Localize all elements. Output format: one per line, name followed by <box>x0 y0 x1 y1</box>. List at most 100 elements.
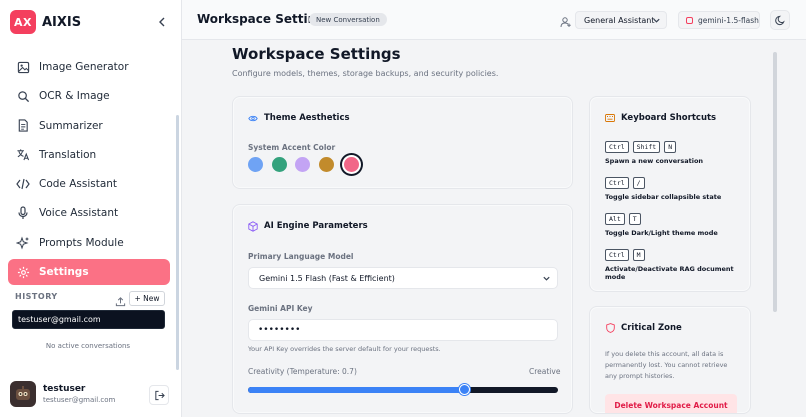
sidebar-item-summarizer[interactable]: Summarizer <box>8 113 170 139</box>
page-title: Workspace Settings <box>232 45 401 63</box>
assistant-select-value: General Assistant <box>584 15 655 25</box>
model-indicator[interactable]: gemini-1.5-flash <box>678 11 760 29</box>
sidebar-item-label: Voice Assistant <box>39 207 119 220</box>
sidebar-item-voice-assistant[interactable]: Voice Assistant <box>8 200 170 226</box>
accent-swatch[interactable] <box>271 157 287 172</box>
history-header: HISTORY + New <box>15 291 165 307</box>
sidebar-item-label: Summarizer <box>39 119 103 132</box>
shield-icon <box>605 323 615 333</box>
key-cap: Alt <box>605 213 625 225</box>
user-name: testuser <box>43 384 86 394</box>
translate-icon <box>16 148 30 162</box>
sidebar-item-prompts-module[interactable]: Prompts Module <box>8 230 170 256</box>
shortcut-description: Toggle sidebar collapsible state <box>605 193 722 201</box>
chevron-down-icon <box>543 276 550 281</box>
sidebar-scrollbar[interactable] <box>176 115 179 370</box>
assistant-persona-icon <box>560 13 572 28</box>
api-key-input[interactable] <box>248 319 558 341</box>
key-cap: Ctrl <box>605 141 629 153</box>
sidebar-item-settings[interactable]: Settings <box>8 259 170 286</box>
api-key-help: Your API Key overrides the server defaul… <box>248 345 441 353</box>
search-icon <box>16 89 30 103</box>
sparkles-icon <box>16 236 30 250</box>
shortcut-item: Ctrl Shift N Spawn a new conversation <box>605 141 745 165</box>
brand-logo: AX <box>10 10 36 34</box>
logout-button[interactable] <box>149 385 169 405</box>
theme-toggle-button[interactable] <box>770 10 790 30</box>
sidebar-item-label: OCR & Image <box>39 90 110 103</box>
image-icon <box>16 60 30 74</box>
critical-warning-text: If you delete this account, all data is … <box>605 350 728 380</box>
main-scrollbar[interactable] <box>773 52 777 312</box>
theme-aesthetics-card: Theme Aesthetics System Accent Color <box>232 96 573 189</box>
history-title: HISTORY <box>15 292 58 301</box>
conversation-badge: New Conversation <box>309 13 387 26</box>
sidebar-item-code-assistant[interactable]: Code Assistant <box>8 171 170 197</box>
model-label: Primary Language Model <box>248 252 354 261</box>
brand[interactable]: AX AIXIS <box>10 10 81 34</box>
model-name: gemini-1.5-flash <box>698 15 759 25</box>
cube-icon <box>248 220 258 232</box>
slider-fill <box>248 387 465 393</box>
upload-history-button[interactable] <box>115 292 127 307</box>
robot-avatar-icon <box>16 386 30 400</box>
new-conversation-button[interactable]: + New <box>129 291 165 306</box>
shortcut-item: Alt T Toggle Dark/Light theme mode <box>605 213 745 237</box>
sidebar-item-translation[interactable]: Translation <box>8 142 170 168</box>
shortcut-item: Ctrl M Activate/Deactivate RAG document mo… <box>605 249 745 281</box>
card-header: Theme Aesthetics <box>248 113 350 123</box>
sidebar-item-label: Prompts Module <box>39 236 124 249</box>
sidebar-item-label: Code Assistant <box>39 178 118 191</box>
model-select-value: Gemini 1.5 Flash (Fast & Efficient) <box>259 273 395 283</box>
user-email: testuser@gmail.com <box>43 396 116 404</box>
slider-thumb[interactable] <box>459 384 470 395</box>
theme-card-title: Theme Aesthetics <box>264 113 350 123</box>
engine-card-title: AI Engine Parameters <box>264 221 368 231</box>
sidebar-item-ocr[interactable]: OCR & Image <box>8 83 170 109</box>
creativity-slider[interactable] <box>248 384 558 395</box>
shortcut-description: Spawn a new conversation <box>605 157 704 165</box>
shortcut-keys: Ctrl Shift N <box>605 141 745 153</box>
sidebar-item-label: Image Generator <box>39 61 129 73</box>
shortcut-description: Activate/Deactivate RAG document mode <box>605 265 734 281</box>
accent-swatch[interactable] <box>318 157 334 172</box>
delete-account-button[interactable]: Delete Workspace Account <box>605 394 737 413</box>
sidebar-item-label: Translation <box>39 148 97 161</box>
assistant-select[interactable]: General Assistant <box>575 11 667 29</box>
empty-history-text: No active conversations <box>45 342 131 350</box>
key-cap: / <box>632 177 645 189</box>
sidebar: AX AIXIS Image Generator OCR & Image Sum… <box>0 0 182 417</box>
key-cap: N <box>664 141 677 153</box>
collapse-sidebar-button[interactable] <box>154 13 170 31</box>
chevron-left-icon <box>159 17 165 27</box>
card-header: Critical Zone <box>605 323 682 333</box>
sidebar-item-label: Settings <box>39 266 89 279</box>
model-select[interactable]: Gemini 1.5 Flash (Fast & Efficient) <box>248 267 558 289</box>
brand-name: AIXIS <box>42 14 82 30</box>
critical-zone-card: Critical Zone If you delete this account… <box>589 306 751 414</box>
accent-color-label: System Accent Color <box>248 143 336 152</box>
keyboard-shortcuts-card: Keyboard Shortcuts Ctrl Shift N Spawn a new… <box>589 96 751 292</box>
sidebar-item-image-generator[interactable]: Image Generator <box>8 54 170 80</box>
user-profile: testuser testuser@gmail.com <box>10 381 172 409</box>
accent-swatch[interactable] <box>248 157 263 172</box>
upload-icon <box>115 297 126 307</box>
topbar: Workspace Settings New Conversation Gene… <box>182 0 806 40</box>
model-status-icon <box>686 16 693 24</box>
sidebar-nav: Image Generator OCR & Image Summarizer T… <box>8 54 170 288</box>
key-cap: T <box>628 213 641 225</box>
accent-swatch[interactable] <box>295 157 310 172</box>
ai-engine-card: AI Engine Parameters Primary Language Mo… <box>232 204 573 414</box>
accent-swatch[interactable] <box>344 157 359 172</box>
key-cap: M <box>632 249 645 261</box>
key-cap: Ctrl <box>605 249 629 261</box>
eye-icon <box>248 113 258 123</box>
keyboard-icon <box>605 113 615 123</box>
history-search-input[interactable] <box>12 310 165 329</box>
shortcut-keys: Alt T <box>605 213 745 225</box>
avatar[interactable] <box>10 381 36 407</box>
api-key-label: Gemini API Key <box>248 304 313 313</box>
shortcut-list: Ctrl Shift N Spawn a new conversation Ctrl / T… <box>605 141 745 293</box>
shortcut-item: Ctrl / Toggle sidebar collapsible state <box>605 177 745 201</box>
shortcuts-card-title: Keyboard Shortcuts <box>621 113 717 123</box>
